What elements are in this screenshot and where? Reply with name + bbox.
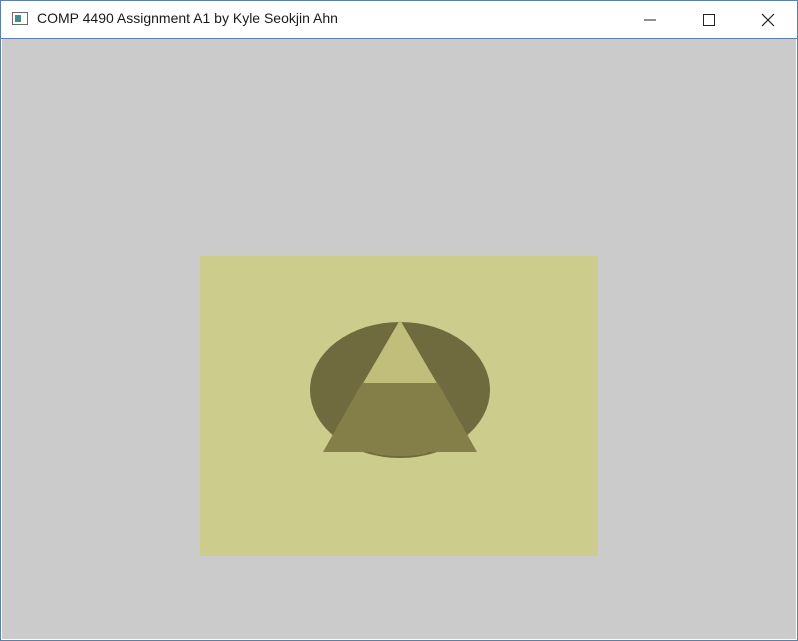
scene-drawing [310, 320, 490, 458]
minimize-button[interactable] [621, 1, 679, 38]
minimize-icon [644, 19, 656, 21]
ellipse-bottom-edge [372, 448, 428, 456]
scene-viewport [200, 256, 598, 556]
app-icon-mark [15, 15, 21, 22]
title-bar[interactable]: COMP 4490 Assignment A1 by Kyle Seokjin … [1, 1, 797, 39]
gl-canvas[interactable] [2, 39, 796, 639]
close-icon [761, 13, 775, 27]
application-window: COMP 4490 Assignment A1 by Kyle Seokjin … [0, 0, 798, 641]
close-button[interactable] [739, 1, 797, 38]
maximize-button[interactable] [680, 1, 738, 38]
maximize-icon [703, 14, 715, 26]
window-title: COMP 4490 Assignment A1 by Kyle Seokjin … [37, 10, 338, 26]
app-window-icon[interactable] [12, 12, 28, 25]
